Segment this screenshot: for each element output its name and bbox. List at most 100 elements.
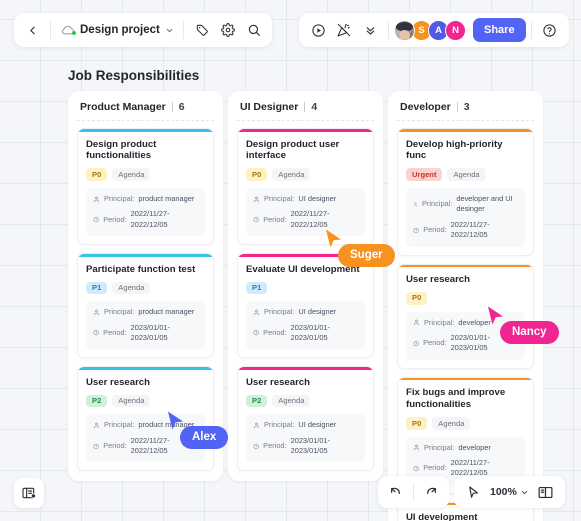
board-column-ui-designer: UI Designer 4 Design product user interfac… [228, 91, 383, 482]
search-button[interactable] [241, 17, 267, 43]
zoom-level-dropdown[interactable]: 100% [488, 486, 531, 498]
agenda-tag[interactable]: Agenda [112, 394, 151, 408]
priority-tag[interactable]: P0 [246, 168, 268, 182]
agenda-tag[interactable]: Agenda [272, 168, 311, 182]
period-value: 2022/11/27-2022/12/05 [130, 209, 170, 229]
top-left-toolbar: Design project [14, 13, 272, 47]
period-label: Period: [103, 214, 127, 224]
task-card[interactable]: Design product user interface P0 Agenda Pri… [237, 128, 374, 246]
principal-label: Principal: [264, 194, 295, 204]
board-column-product-manager: Product Manager 6 Design product functiona… [68, 91, 223, 482]
period-value: 2023/01/01-2023/01/05 [290, 322, 331, 342]
back-button[interactable] [19, 17, 45, 43]
redo-button[interactable] [419, 479, 445, 505]
chevron-down-icon [521, 490, 528, 494]
tag-icon [196, 24, 208, 36]
task-card[interactable]: Evaluate UI development P1 Principal: UI de… [237, 253, 374, 359]
avatar-initial: A [435, 24, 442, 36]
principal-label: Principal: [104, 420, 135, 430]
avatar-n[interactable]: N [445, 19, 466, 41]
collapse-button[interactable] [357, 17, 383, 43]
zoom-toolbar: 100% [454, 476, 565, 508]
project-name-dropdown[interactable]: Design project [56, 24, 178, 36]
priority-tag[interactable]: P1 [86, 281, 108, 295]
book-mode-button[interactable] [533, 479, 559, 505]
card-tags: P0 Agenda [86, 168, 205, 182]
share-button[interactable]: Share [473, 18, 526, 42]
card-title: User research [86, 376, 151, 388]
priority-tag[interactable]: P2 [246, 394, 268, 408]
agenda-tag[interactable]: Agenda [112, 281, 151, 295]
page-title: Job Responsibilities [68, 68, 200, 83]
task-card[interactable]: User research P0 Principal: developer Period… [397, 263, 534, 369]
agenda-tag[interactable]: Agenda [272, 394, 311, 408]
export-panel-button[interactable] [14, 478, 44, 508]
principal-value: product manager [138, 194, 195, 204]
principal-label: Principal: [264, 420, 295, 430]
person-icon [254, 422, 259, 429]
card-tags: P1 Agenda [86, 281, 205, 295]
divider [530, 21, 532, 39]
period-label: Period: [103, 327, 127, 337]
period-row: Period: 2023/01/01-2023/01/05 [253, 436, 358, 457]
question-circle-icon [543, 23, 556, 37]
undo-button[interactable] [382, 479, 408, 505]
task-card[interactable]: Develop high-priority func Urgent Agenda Pr… [397, 128, 534, 256]
priority-tag[interactable]: P0 [406, 291, 428, 305]
undo-redo-toolbar [378, 476, 449, 508]
card-tags: P2 Agenda [246, 394, 365, 408]
present-button[interactable] [305, 17, 331, 43]
divider [182, 21, 184, 39]
agenda-tag[interactable]: Agenda [432, 417, 471, 430]
clock-icon [93, 217, 99, 223]
principal-value: developer and UI desinger [456, 194, 513, 214]
priority-tag[interactable]: Urgent [406, 168, 443, 182]
open-book-icon [538, 486, 553, 498]
task-card[interactable]: User research P2 Agenda Principal: product m… [77, 366, 214, 472]
column-header: Developer 3 [397, 100, 534, 121]
divider [388, 21, 389, 39]
column-header: UI Designer 4 [237, 100, 374, 121]
priority-tag[interactable]: P1 [246, 281, 268, 295]
clock-icon [93, 443, 99, 449]
card-tags: P0 Agenda [246, 168, 365, 182]
task-card[interactable]: Participate function test P1 Agenda Princip… [77, 253, 214, 359]
tag-button[interactable] [189, 17, 215, 43]
priority-tag[interactable]: P0 [406, 417, 428, 430]
cursor-label: Alex [180, 426, 229, 449]
priority-tag[interactable]: P0 [86, 168, 108, 182]
help-button[interactable] [537, 17, 563, 43]
agenda-tag[interactable]: Agenda [112, 168, 151, 182]
card-tags: P0 [406, 291, 525, 305]
task-card[interactable]: User research P2 Agenda Principal: UI design… [237, 366, 374, 472]
card-body: User research P2 Agenda Principal: product m… [78, 370, 213, 471]
user-photo-avatar[interactable] [394, 19, 415, 41]
settings-button[interactable] [215, 17, 241, 43]
principal-value: developer [458, 442, 491, 452]
principal-row: Principal: UI designer [253, 420, 358, 430]
period-value: 2023/01/01-2023/01/05 [290, 435, 331, 456]
celebrate-button[interactable] [331, 17, 357, 43]
export-panel-icon [22, 487, 36, 499]
period-row: Period: 2023/01/01-2023/01/05 [93, 323, 198, 344]
principal-row: Principal: developer and UI desinger [413, 194, 518, 215]
agenda-tag[interactable]: Agenda [447, 168, 486, 182]
task-card[interactable]: Design product functionalities P0 Agenda Pr… [77, 128, 214, 246]
person-icon [254, 309, 259, 316]
period-label: Period: [423, 224, 447, 234]
avatar-group: S A N [394, 19, 466, 41]
period-value: 2022/11/27-2022/12/05 [450, 219, 490, 240]
divider [304, 102, 306, 112]
cursor-label: Suger [338, 244, 395, 267]
divider [456, 102, 458, 112]
column-title: Developer [400, 101, 451, 113]
principal-label: Principal: [104, 194, 135, 204]
redo-arrow-icon [427, 487, 436, 494]
pointer-tool-button[interactable] [460, 479, 486, 505]
principal-value: product manager [138, 307, 195, 317]
principal-label: Principal: [421, 199, 453, 209]
card-title: Design product user interface [246, 138, 340, 162]
priority-tag[interactable]: P2 [86, 394, 108, 408]
person-icon [414, 445, 419, 451]
period-row: Period: 2022/11/27-2022/12/05 [413, 220, 518, 241]
